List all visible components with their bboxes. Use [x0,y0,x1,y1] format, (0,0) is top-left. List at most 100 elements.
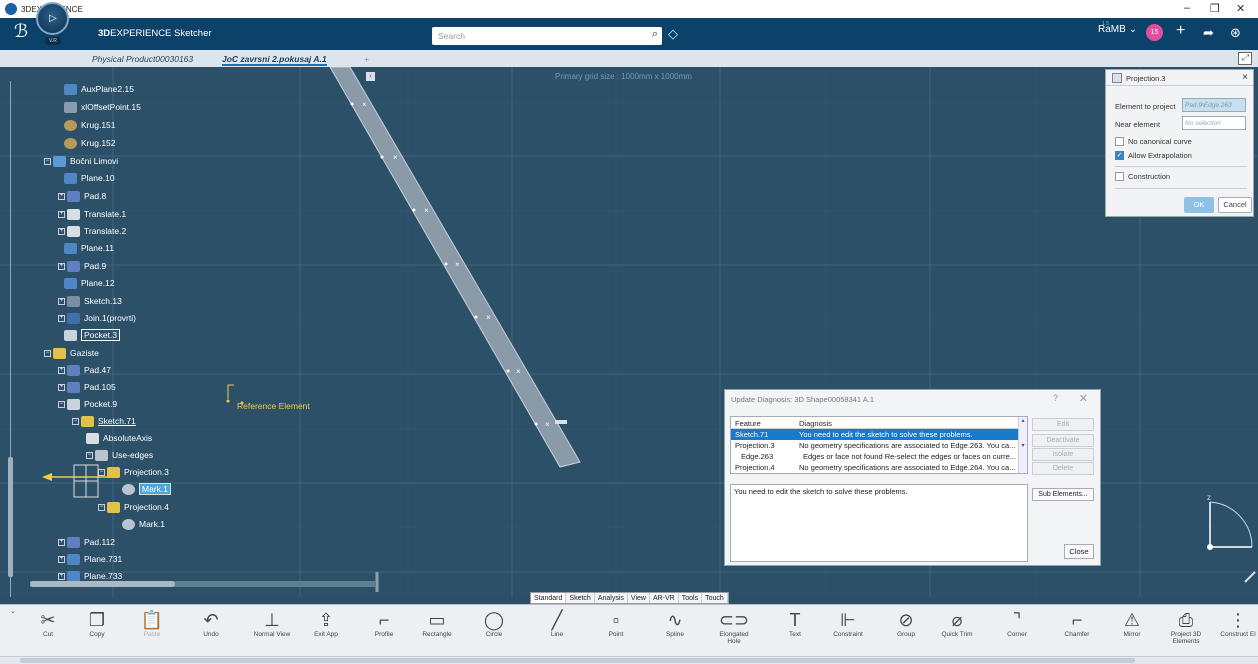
table-scrollbar[interactable]: ▴ ▾ [1018,417,1027,473]
normal-view-button[interactable]: ⊥ Normal View [250,609,294,638]
tag-icon[interactable]: ◇ [668,26,678,42]
tree-node[interactable]: Plane.12 [64,276,115,290]
expand-toggle[interactable]: + [58,227,65,235]
expand-toggle[interactable]: + [58,297,65,305]
undo-button[interactable]: ↶ Undo [189,609,233,638]
table-row[interactable]: Edge.263 Edges or face not found Re-selec… [731,451,1027,462]
element-to-project-field[interactable]: Pad.9\Edge.263 [1182,98,1246,112]
expand-toggle[interactable]: + [58,383,65,391]
point-button[interactable]: ▫ Point [594,609,638,638]
tree-node[interactable]: + Join.1(provrti) [58,311,136,325]
scroll-thumb[interactable] [30,581,175,587]
column-header-diagnosis[interactable]: Diagnosis [795,417,1027,428]
profile-button[interactable]: ⌐ Profile [362,609,406,638]
tree-node[interactable]: − Pocket.9 [58,397,117,411]
copy-button[interactable]: ❐ Copy [75,609,119,638]
tree-node[interactable]: + Pad.112 [58,535,115,549]
column-header-feature[interactable]: Feature [731,417,795,428]
close-window-button[interactable]: ✕ [1236,2,1245,15]
restore-button[interactable]: ❐ [1210,2,1220,15]
tree-node[interactable]: + Pad.47 [58,363,111,377]
chevron-down-icon[interactable]: ⌄ [10,607,16,615]
close-icon[interactable]: ✕ [1079,392,1088,405]
tree-scrollbar[interactable] [8,457,13,577]
scroll-thumb[interactable] [20,658,1135,663]
tree-node[interactable]: − Gaziste [44,346,99,360]
notifications-badge[interactable]: 15 [1146,24,1163,41]
circle-button[interactable]: ◯ Circle [472,609,516,638]
expand-toggle[interactable]: + [58,555,65,563]
search-field[interactable]: Search ⌕ [432,27,662,45]
tree-node[interactable]: Plane.10 [64,171,115,185]
search-input[interactable]: Search [438,31,465,41]
tree-node[interactable]: AuxPlane2.15 [64,82,134,96]
quick-trim-button[interactable]: ⌀ Quick Trim [935,609,979,638]
expand-toggle[interactable]: − [44,349,51,357]
compass[interactable]: ▷ V.R [36,2,69,45]
table-row[interactable]: Projection.4 No geometry specifications a… [731,462,1027,473]
ok-button[interactable]: OK [1184,197,1214,213]
cancel-button[interactable]: Cancel [1218,197,1252,213]
expand-toggle[interactable]: − [58,400,65,408]
collapse-tree-button[interactable]: ‹ [366,72,375,81]
toolbar-scrollbar[interactable] [0,656,1258,664]
user-menu[interactable]: 1 5 RaMB ⌄ [1098,21,1137,35]
elongated-hole-button[interactable]: ⊂⊃ Elongated Hole [712,609,756,645]
tree-node[interactable]: + Pad.8 [58,189,106,203]
near-element-field[interactable]: No selection [1182,116,1246,130]
allow-extrapolation-checkbox[interactable]: ✓ Allow Extrapolation [1115,151,1192,160]
chamfer-button[interactable]: ⌐ Chamfer [1055,609,1099,638]
tree-node[interactable]: + Pad.105 [58,380,116,394]
tree-node[interactable]: Krug.151 [64,118,116,132]
tree-node[interactable]: Mark.1 [122,517,165,531]
community-icon[interactable]: ⊛ [1230,25,1241,41]
expand-toggle[interactable]: − [86,451,93,459]
cut-button[interactable]: ✂ Cut [26,609,70,638]
tree-node[interactable]: + Translate.1 [58,207,126,221]
expand-toggle[interactable]: + [58,314,65,322]
project-3d-elements-button[interactable]: ⎙ Project 3D Elements [1164,609,1208,645]
table-row[interactable]: Sketch.71 You need to edit the sketch to … [731,429,1027,440]
sub-elements-button[interactable]: Sub Elements... [1032,488,1094,501]
tab-standard[interactable]: Standard [531,593,567,603]
tree-node[interactable]: − Projection.3 [98,465,169,479]
tab-active-document[interactable]: JoC zavrsni 2.pokusaj A.1 [222,54,327,66]
corner-button[interactable]: ⌝ Corner [995,609,1039,638]
expand-toggle[interactable]: + [58,210,65,218]
expand-toggle[interactable]: − [72,417,79,425]
tree-node-selected[interactable]: Mark.1 [122,482,171,496]
tab-physical-product[interactable]: Physical Product00030163 [92,54,193,64]
construct-button[interactable]: ⋮ Construct El [1218,609,1258,638]
tree-node[interactable]: Pocket.3 [64,328,121,342]
add-tab-button[interactable]: + [364,54,369,64]
exit-app-button[interactable]: ⇪ Exit App [304,609,348,638]
tree-node[interactable]: + Plane.731 [58,552,122,566]
tab-tools[interactable]: Tools [679,593,703,603]
tree-node[interactable]: AbsoluteAxis [86,431,152,445]
rectangle-button[interactable]: ▭ Rectangle [415,609,459,638]
tree-node[interactable]: + Sketch.13 [58,294,122,308]
paste-button[interactable]: 📋 Paste [130,609,174,638]
constraint-button[interactable]: ⊩ Constraint [826,609,870,638]
expand-toggle[interactable]: + [58,538,65,546]
tab-view[interactable]: View [628,593,650,603]
expand-toggle[interactable]: − [44,157,51,165]
tree-node[interactable]: Plane.11 [64,241,114,255]
spline-button[interactable]: ∿ Spline [653,609,697,638]
mirror-button[interactable]: ⚠ Mirror [1110,609,1154,638]
tree-node[interactable]: − Use-edges [86,448,153,462]
tree-node[interactable]: + Translate.2 [58,224,126,238]
ds-logo-icon[interactable]: ℬ [14,21,28,42]
tab-touch[interactable]: Touch [702,593,728,603]
expand-toggle[interactable]: − [98,503,105,511]
add-icon[interactable]: + [1176,22,1185,40]
expand-toggle[interactable]: + [58,262,65,270]
line-button[interactable]: ╱ Line [535,609,579,638]
search-icon[interactable]: ⌕ [652,28,658,41]
tree-node[interactable]: − Bočni Limovi [44,154,118,168]
tree-horizontal-scrollbar[interactable] [30,581,375,587]
tab-ar-vr[interactable]: AR-VR [650,593,679,603]
expand-toggle[interactable]: + [58,192,65,200]
expand-toggle[interactable]: + [58,572,65,580]
tab-sketch[interactable]: Sketch [566,593,595,603]
